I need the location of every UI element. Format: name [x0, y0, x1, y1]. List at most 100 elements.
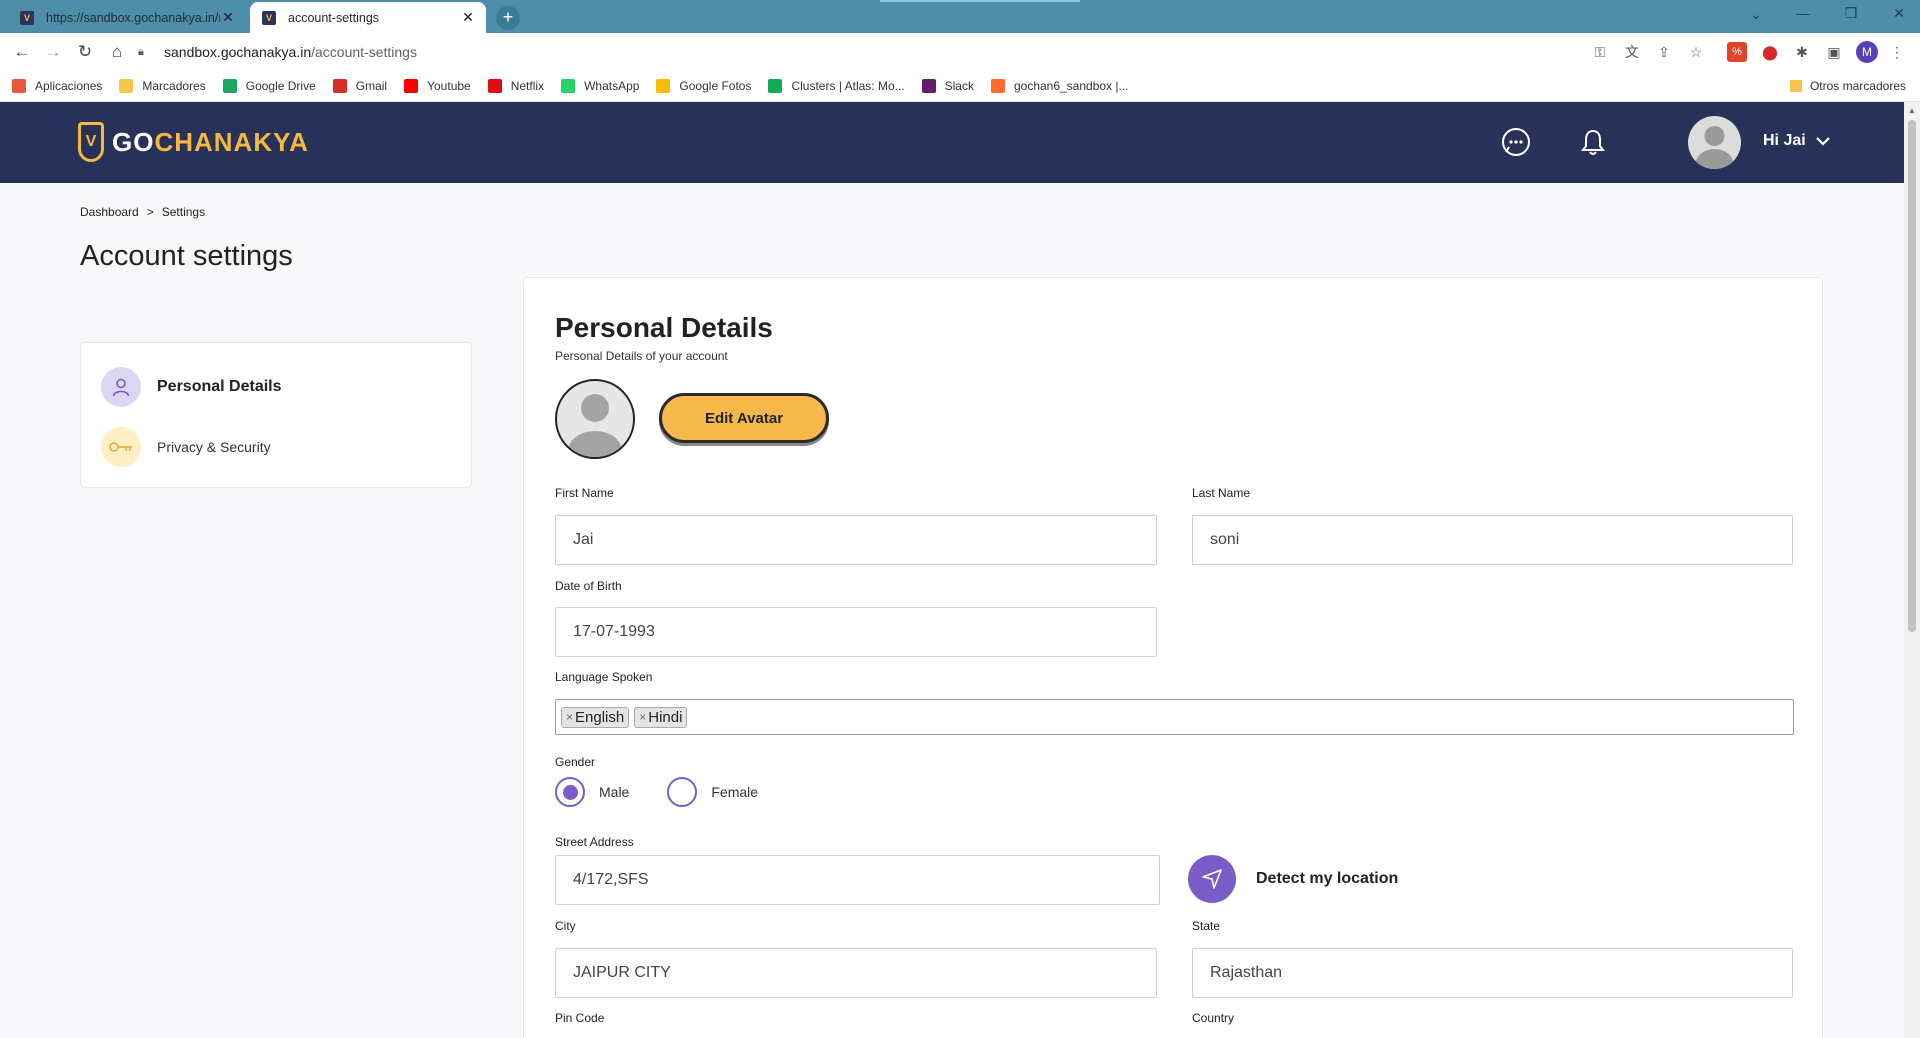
home-icon[interactable]: ⌂	[106, 41, 128, 63]
chevron-down-icon	[1815, 134, 1830, 149]
logo-shield-icon: V	[78, 122, 104, 162]
personal-details-card: Personal Details Personal Details of you…	[523, 277, 1823, 1038]
language-tag-label: English	[575, 708, 625, 726]
sidebar-item-personal-details[interactable]: Personal Details	[101, 367, 282, 407]
browser-tab-1[interactable]: V https://sandbox.gochanakya.in/m ✕	[8, 2, 246, 33]
page-scrollbar[interactable]: ▲	[1904, 102, 1920, 1038]
user-menu[interactable]: Hi Jai	[1763, 132, 1830, 150]
last-name-label: Last Name	[1192, 486, 1251, 500]
language-tag[interactable]: × English	[561, 706, 630, 728]
other-bookmarks-folder[interactable]: Otros marcadores	[1789, 79, 1906, 93]
city-input[interactable]	[555, 948, 1157, 998]
remove-tag-icon[interactable]: ×	[639, 710, 646, 724]
bookmark-item[interactable]: Aplicaciones	[12, 79, 102, 93]
chat-bubble-icon[interactable]	[1500, 126, 1532, 158]
minimize-window-icon[interactable]: —	[1788, 5, 1818, 21]
new-tab-button[interactable]: +	[496, 6, 520, 30]
language-label: Language Spoken	[555, 670, 653, 684]
password-key-icon[interactable]: ⚿	[1590, 42, 1610, 62]
bookmark-item[interactable]: WhatsApp	[561, 79, 639, 93]
browser-toolbar: ← → ↻ ⌂ 🔒︎ sandbox.gochanakya.in /accoun…	[0, 33, 1920, 71]
breadcrumb: Dashboard > Settings	[80, 205, 205, 219]
brand-go-text: GO	[112, 126, 155, 157]
address-bar[interactable]: 🔒︎ sandbox.gochanakya.in /account-settin…	[138, 36, 1598, 68]
bookmark-label: Youtube	[427, 79, 471, 93]
breadcrumb-dashboard-link[interactable]: Dashboard	[80, 205, 139, 219]
bookmark-label: Google Fotos	[679, 79, 752, 93]
extensions-puzzle-icon[interactable]: ✱	[1792, 42, 1812, 62]
tab-title: account-settings	[288, 10, 380, 25]
last-name-input[interactable]	[1192, 515, 1793, 565]
folder-icon	[1789, 80, 1802, 92]
bookmark-star-icon[interactable]: ☆	[1686, 42, 1706, 62]
app-header: V GOCHANAKYA Hi Jai	[0, 102, 1904, 183]
share-icon[interactable]: ⇪	[1654, 42, 1674, 62]
back-arrow-icon[interactable]: ←	[11, 41, 33, 63]
bookmark-item[interactable]: Gmail	[332, 79, 387, 93]
gochanakya-logo[interactable]: V GOCHANAKYA	[78, 122, 309, 162]
language-multiselect[interactable]: × English × Hindi	[555, 699, 1794, 735]
profile-avatar[interactable]: M	[1856, 41, 1878, 63]
bookmark-item[interactable]: Youtube	[404, 79, 471, 93]
apps-grid-icon	[12, 79, 26, 93]
browser-menu-icon[interactable]: ⋮	[1887, 42, 1907, 62]
bookmark-item[interactable]: Netflix	[487, 79, 545, 93]
url-host: sandbox.gochanakya.in	[164, 44, 312, 60]
profile-avatar-large	[555, 379, 635, 459]
bookmark-label: Google Drive	[245, 79, 316, 93]
gender-radio-male[interactable]	[555, 777, 585, 807]
gender-radio-female[interactable]	[667, 777, 698, 807]
google-photos-icon	[656, 79, 671, 93]
bookmark-label: Aplicaciones	[35, 79, 103, 93]
breadcrumb-settings: Settings	[161, 205, 206, 219]
browser-tab-2[interactable]: V account-settings ✕	[250, 2, 486, 33]
first-name-input[interactable]	[555, 515, 1157, 565]
notification-bell-icon[interactable]	[1577, 126, 1609, 158]
brand-chanakya-text: CHANAKYA	[154, 126, 309, 157]
scrollbar-thumb[interactable]	[1908, 120, 1916, 632]
close-tab-icon[interactable]: ✕	[460, 9, 476, 26]
language-tag-label: Hindi	[648, 708, 683, 726]
close-tab-icon[interactable]: ✕	[220, 9, 236, 26]
country-label: Country	[1192, 1011, 1235, 1025]
scroll-up-arrow-icon[interactable]: ▲	[1908, 106, 1916, 115]
gender-option-label[interactable]: Male	[599, 784, 629, 800]
remove-tag-icon[interactable]: ×	[566, 710, 573, 724]
gender-radio-group: Male Female	[555, 777, 796, 807]
reload-icon[interactable]: ↻	[74, 41, 96, 63]
section-subtitle: Personal Details of your account	[555, 349, 728, 363]
sidebar-item-privacy-security[interactable]: Privacy & Security	[101, 427, 271, 467]
extension-red-icon[interactable]: %	[1727, 42, 1747, 62]
dob-input[interactable]	[555, 607, 1157, 657]
bookmark-label: WhatsApp	[584, 79, 640, 93]
detect-location-button[interactable]: Detect my location	[1188, 855, 1398, 903]
gender-option-label[interactable]: Female	[711, 784, 758, 800]
bookmark-item[interactable]: Clusters | Atlas: Mo...	[768, 79, 905, 93]
street-address-input[interactable]	[555, 855, 1160, 905]
edit-avatar-button[interactable]: Edit Avatar	[659, 393, 829, 443]
user-avatar[interactable]	[1688, 116, 1741, 169]
bookmark-item[interactable]: Marcadores	[119, 79, 206, 93]
translate-icon[interactable]: 文	[1622, 42, 1642, 62]
netflix-icon	[487, 79, 502, 93]
bookmark-item[interactable]: Google Fotos	[656, 79, 751, 93]
tab-search-chevron-icon[interactable]: ⌄	[1750, 6, 1762, 23]
language-tag[interactable]: × Hindi	[634, 706, 688, 728]
bookmark-item[interactable]: gochan6_sandbox |...	[990, 79, 1129, 93]
close-window-icon[interactable]: ✕	[1884, 5, 1914, 22]
bookmark-item[interactable]: Google Drive	[222, 79, 316, 93]
extension-alert-icon[interactable]: ⬤	[1760, 42, 1780, 62]
pin-code-label: Pin Code	[555, 1011, 605, 1025]
cpanel-icon	[990, 79, 1005, 93]
youtube-icon	[404, 79, 419, 93]
state-label: State	[1192, 919, 1221, 933]
bookmark-label: Netflix	[510, 79, 545, 93]
section-title: Personal Details	[555, 312, 773, 343]
dob-label: Date of Birth	[555, 579, 622, 593]
bookmark-item[interactable]: Slack	[921, 79, 974, 93]
state-input[interactable]	[1192, 948, 1793, 998]
forward-arrow-icon[interactable]: →	[42, 41, 64, 63]
restore-window-icon[interactable]: ❐	[1836, 5, 1866, 22]
google-drive-icon	[222, 79, 237, 93]
side-panel-icon[interactable]: ▣	[1824, 42, 1844, 62]
